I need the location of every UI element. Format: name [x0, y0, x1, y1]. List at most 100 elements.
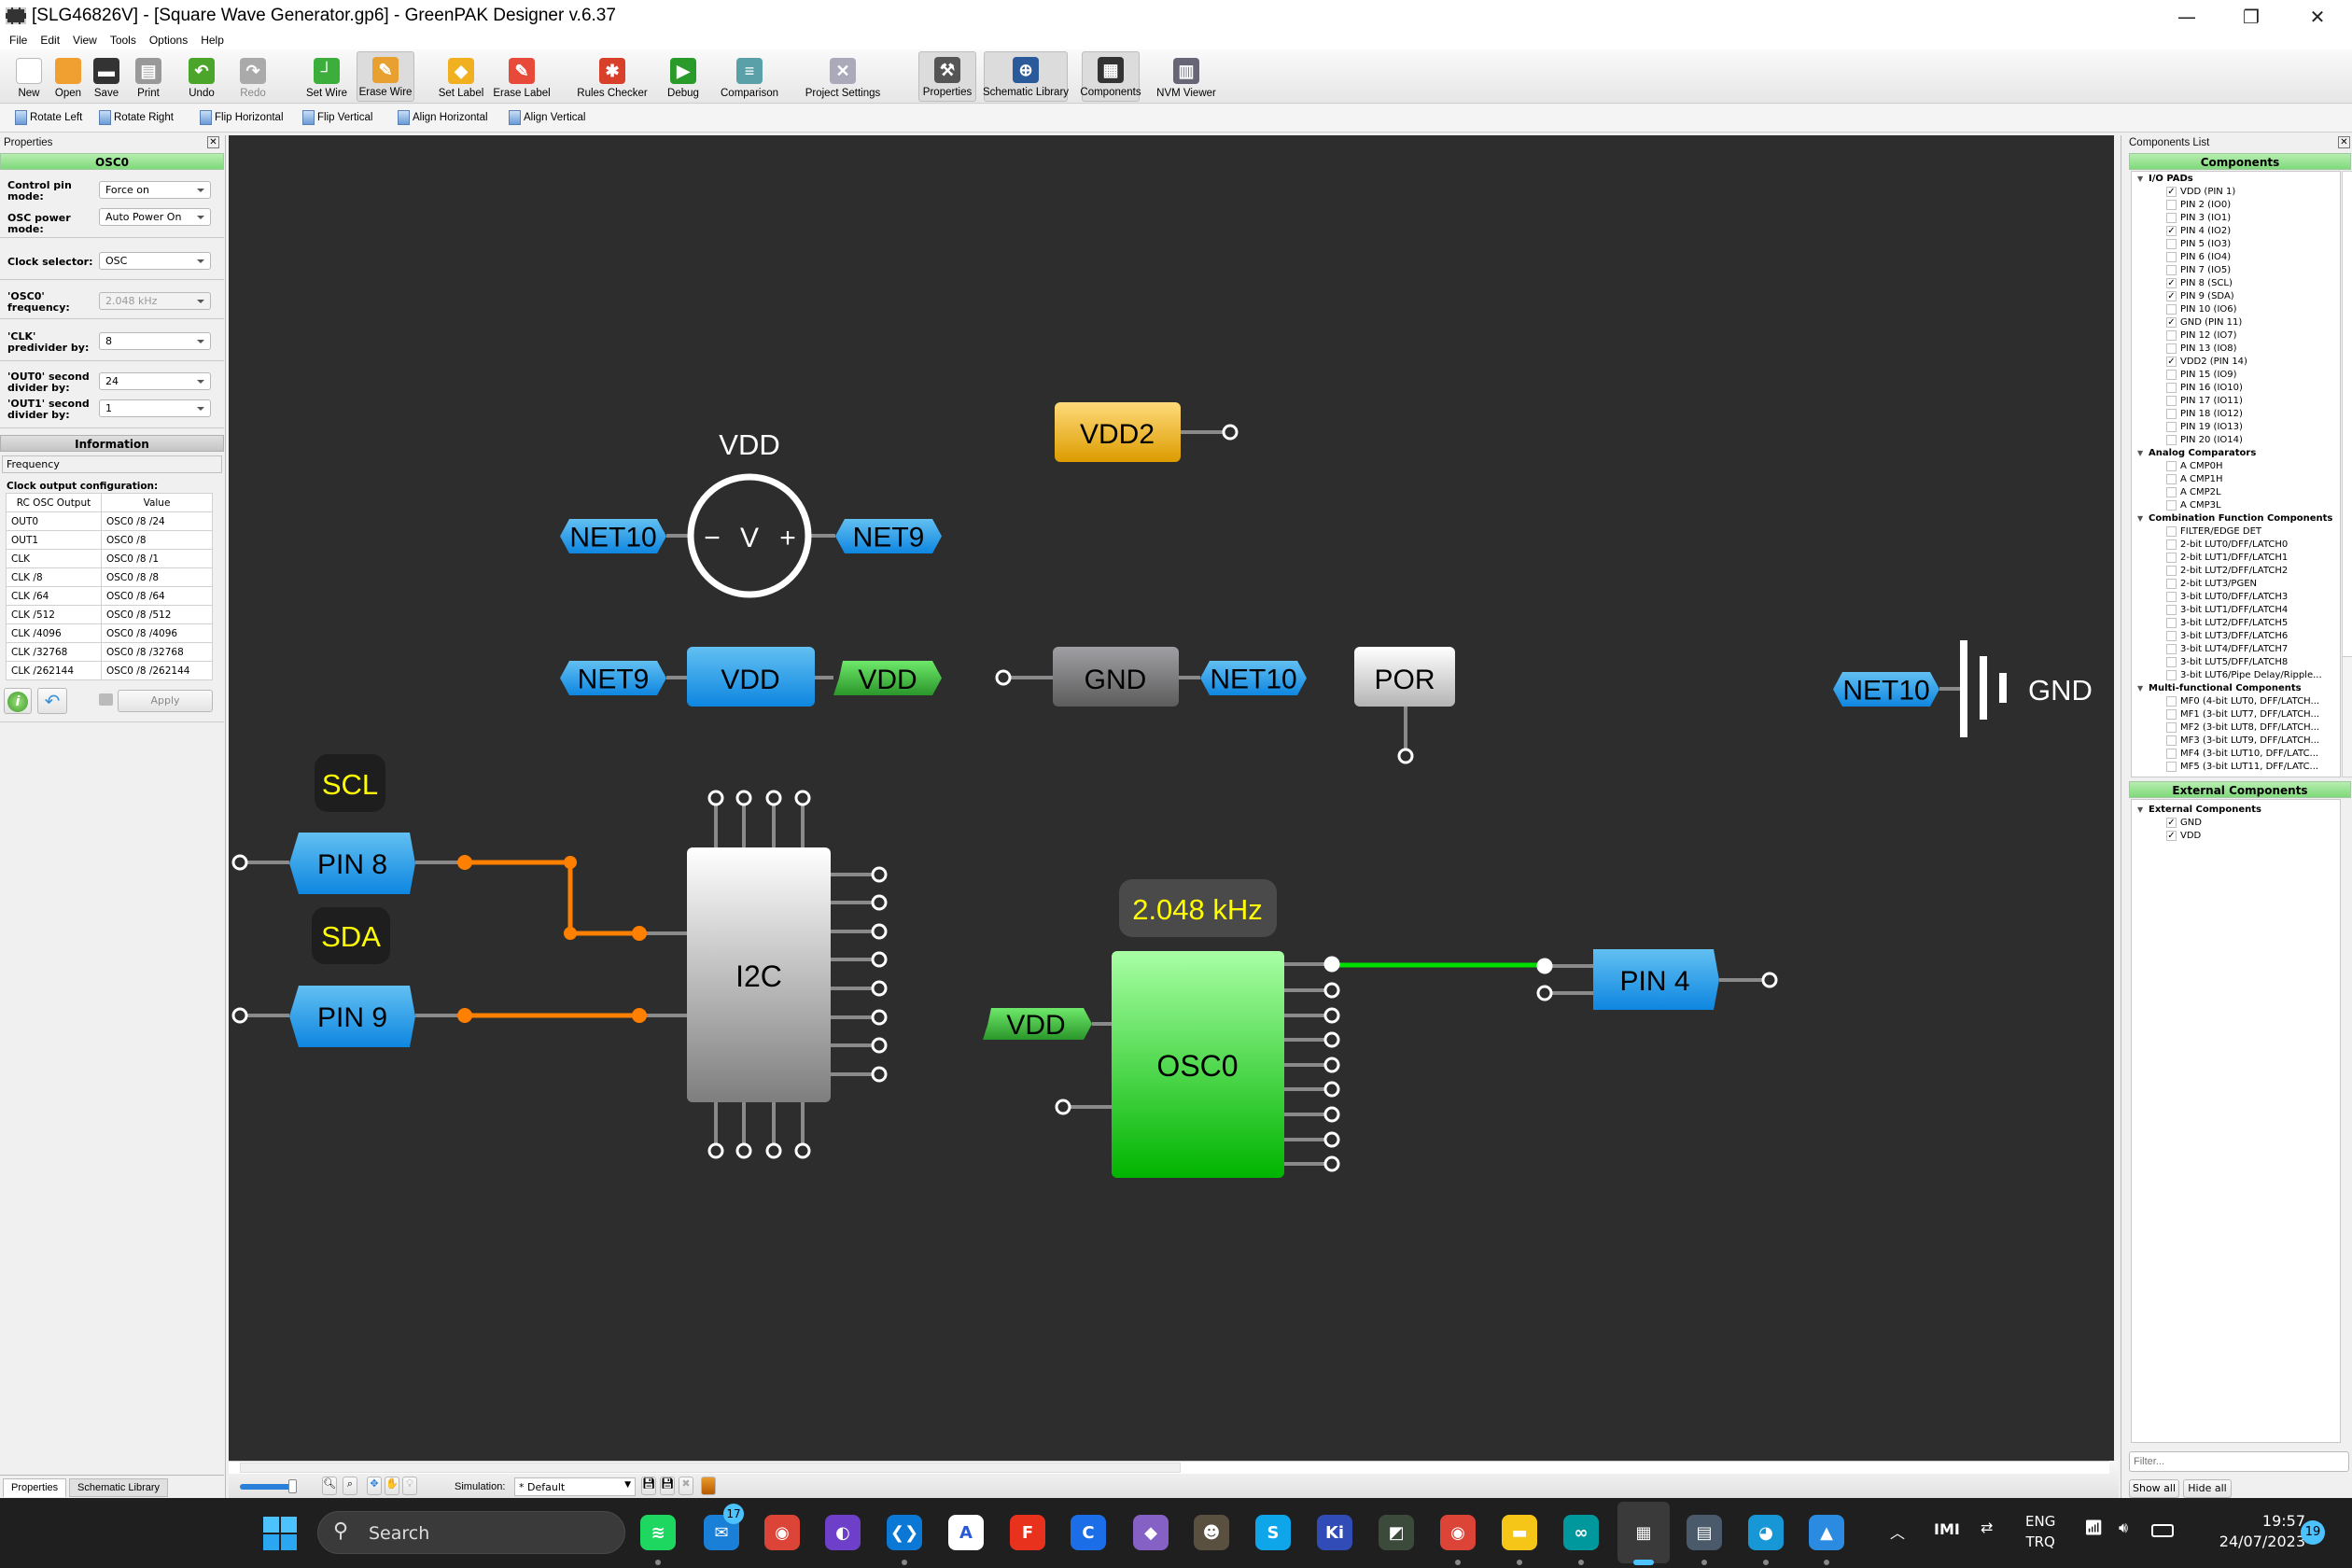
tab-schematic-library[interactable]: Schematic Library [69, 1478, 169, 1497]
export-icon[interactable] [701, 1477, 716, 1495]
hide-all-button[interactable]: Hide all [2183, 1479, 2232, 1498]
tree-item[interactable]: MF0 (4-bit LUT0, DFF/LATCH... [2132, 695, 2319, 708]
field-select[interactable]: Force on [99, 181, 211, 199]
toolbar2-flip-vertical[interactable]: Flip Vertical [302, 110, 372, 125]
checkbox[interactable] [2166, 592, 2177, 602]
toolbar-button-components[interactable]: ▦ Components [1080, 51, 1141, 102]
menu-view[interactable]: View [73, 34, 97, 49]
pin-connector[interactable] [1055, 1099, 1071, 1115]
pin-connector[interactable] [871, 894, 888, 911]
pin-connector[interactable] [707, 1142, 724, 1159]
taskbar-app-skype[interactable]: S [1255, 1515, 1291, 1550]
taskbar-app-calculator[interactable]: ▤ [1687, 1515, 1722, 1550]
pin-connector[interactable] [871, 951, 888, 968]
hand-pan-icon[interactable]: ✋ [385, 1477, 399, 1495]
tree-item[interactable]: MF2 (3-bit LUT8, DFF/LATCH... [2132, 721, 2319, 735]
center-icon[interactable]: ✥ [367, 1477, 382, 1495]
taskbar-app-greenpak[interactable]: ▦ [1626, 1515, 1661, 1550]
tree-item[interactable]: PIN 7 (IO5) [2132, 264, 2231, 277]
tree-item[interactable]: ✓ VDD (PIN 1) [2132, 186, 2235, 199]
filter-input[interactable] [2129, 1451, 2349, 1472]
tree-item[interactable]: PIN 6 (IO4) [2132, 251, 2231, 264]
tree-item[interactable]: 3-bit LUT0/DFF/LATCH3 [2132, 591, 2288, 604]
checkbox[interactable] [2166, 526, 2177, 537]
tree-item[interactable]: PIN 13 (IO8) [2132, 343, 2237, 356]
notification-badge[interactable]: 19 [2301, 1520, 2325, 1545]
checkbox[interactable] [2166, 252, 2177, 262]
tree-item[interactable]: ✓ PIN 8 (SCL) [2132, 277, 2233, 290]
tree-category[interactable]: ▼ Combination Function Components [2132, 512, 2332, 525]
taskbar-app-photos[interactable]: ▲ [1809, 1515, 1844, 1550]
taskbar-app-gimp[interactable]: ☻ [1194, 1515, 1229, 1550]
tree-item[interactable]: PIN 19 (IO13) [2132, 421, 2243, 434]
reset-icon[interactable] [99, 693, 113, 706]
tree-item[interactable]: 3-bit LUT6/Pipe Delay/Ripple... [2132, 669, 2322, 682]
expand-arrow-icon[interactable]: ▼ [2137, 512, 2143, 525]
checkbox[interactable] [2166, 500, 2177, 511]
checkbox[interactable] [2166, 409, 2177, 419]
pin-connector[interactable] [231, 1007, 248, 1024]
field-select[interactable]: OSC [99, 252, 211, 270]
tree-item[interactable]: PIN 20 (IO14) [2132, 434, 2243, 447]
pin-connector[interactable] [1323, 1057, 1340, 1073]
checkbox[interactable]: ✓ [2166, 291, 2177, 301]
toolbar-button-undo[interactable]: ↶ Undo [173, 51, 231, 102]
taskbar-app-spotify[interactable]: ≋ [640, 1515, 676, 1550]
tree-item[interactable]: MF1 (3-bit LUT7, DFF/LATCH... [2132, 708, 2319, 721]
pin-connector[interactable] [1323, 1031, 1340, 1048]
field-select[interactable]: Auto Power On [99, 208, 211, 226]
checkbox[interactable] [2166, 396, 2177, 406]
pin-connector[interactable] [707, 790, 724, 806]
expand-arrow-icon[interactable]: ▼ [2137, 447, 2143, 460]
taskbar-app-edge[interactable]: ◕ [1748, 1515, 1784, 1550]
tree-item[interactable]: 2-bit LUT3/PGEN [2132, 578, 2257, 591]
tree-item[interactable]: PIN 3 (IO1) [2132, 212, 2231, 225]
info-button[interactable]: i [4, 688, 32, 714]
tray-settings-icon[interactable]: ⇄ [1981, 1519, 1993, 1536]
windows-start-icon[interactable] [263, 1517, 297, 1550]
checkbox[interactable] [2166, 200, 2177, 210]
pin-connector[interactable] [1397, 748, 1414, 764]
checkbox[interactable]: ✓ [2166, 278, 2177, 288]
pin-connector[interactable] [735, 790, 752, 806]
toolbar-button-redo[interactable]: ↷ Redo [224, 51, 282, 102]
taskbar-app-vscode[interactable]: ❮❯ [887, 1515, 922, 1550]
pin-connector[interactable] [1323, 1081, 1340, 1098]
taskbar-app-android-studio[interactable]: A [948, 1515, 984, 1550]
expand-arrow-icon[interactable]: ▼ [2137, 804, 2143, 817]
tree-item[interactable]: FILTER/EDGE DET [2132, 525, 2261, 539]
checkbox[interactable] [2166, 579, 2177, 589]
pin-connector[interactable] [765, 1142, 782, 1159]
pin-connector[interactable] [871, 980, 888, 997]
toolbar-button-set-wire[interactable]: ┘ Set Wire [298, 51, 356, 102]
tree-item[interactable]: PIN 15 (IO9) [2132, 369, 2237, 382]
tree-item[interactable]: 3-bit LUT1/DFF/LATCH4 [2132, 604, 2288, 617]
minimize-button[interactable]: — [2159, 0, 2215, 34]
checkbox[interactable] [2166, 605, 2177, 615]
checkbox[interactable] [2166, 735, 2177, 746]
checkbox[interactable] [2166, 696, 2177, 707]
tree-item[interactable]: MF4 (3-bit LUT10, DFF/LATC... [2132, 748, 2318, 761]
revert-button[interactable]: ↶ [37, 688, 67, 714]
pin-connector[interactable] [871, 1009, 888, 1026]
components-scrollbar[interactable] [2342, 171, 2352, 777]
checkbox[interactable] [2166, 213, 2177, 223]
tree-item[interactable]: PIN 16 (IO10) [2132, 382, 2243, 395]
tree-item[interactable]: MF3 (3-bit LUT9, DFF/LATCH... [2132, 735, 2319, 748]
pin-connector[interactable] [871, 1066, 888, 1083]
restore-button[interactable]: ❐ [2223, 0, 2279, 34]
simulation-select[interactable]: * Default ▼ [514, 1477, 636, 1496]
checkbox[interactable]: ✓ [2166, 317, 2177, 328]
taskbar-app-image-viewer[interactable]: ◩ [1379, 1515, 1414, 1550]
show-hidden-icons[interactable]: ︿ [1890, 1520, 1905, 1543]
toolbar-button-schematic-library[interactable]: ⊕ Schematic Library [983, 51, 1069, 102]
pin-connector[interactable] [794, 1142, 811, 1159]
toolbar-button-print[interactable]: ▤ Print [119, 51, 177, 102]
pin-connector[interactable] [735, 1142, 752, 1159]
scrollbar-thumb[interactable] [240, 1463, 1181, 1473]
horizontal-scrollbar[interactable] [229, 1461, 2109, 1474]
pin-connector[interactable] [1323, 982, 1340, 999]
checkbox[interactable]: ✓ [2166, 226, 2177, 236]
tree-category[interactable]: ▼ I/O PADs [2132, 173, 2193, 186]
close-button[interactable]: ✕ [2289, 0, 2345, 34]
